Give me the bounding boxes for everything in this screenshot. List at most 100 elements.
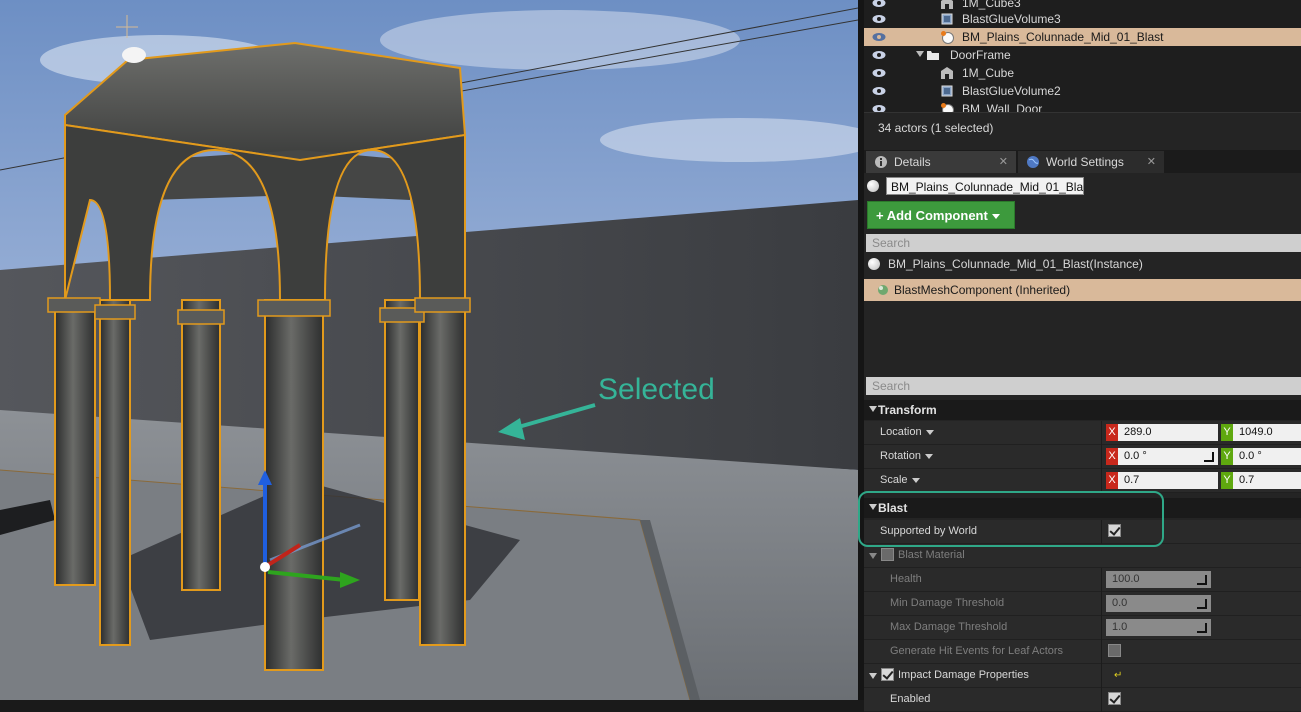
min-damage-row: Min Damage Threshold 0.0 [864,592,1301,616]
blast-mesh-icon [941,31,954,44]
enabled-checkbox[interactable] [1108,692,1121,705]
eye-icon[interactable] [872,50,886,60]
max-damage-label: Max Damage Threshold [890,621,1008,633]
drag-handle-icon [1197,575,1207,585]
details-tab-bar: Details ✕ World Settings ✕ [864,150,1301,173]
outliner-row[interactable]: DoorFrame [864,46,1301,64]
location-y-input[interactable]: 1049.0 [1233,424,1301,441]
health-input[interactable]: 100.0 [1106,571,1211,588]
rotation-y-input[interactable]: 0.0 ° [1233,448,1301,465]
collapse-arrow-icon[interactable] [869,553,877,559]
enabled-label: Enabled [890,693,931,705]
component-search-input[interactable]: Search [866,234,1301,252]
max-damage-row: Max Damage Threshold 1.0 [864,616,1301,640]
y-axis-badge: Y [1221,472,1233,489]
collapse-arrow-icon [869,406,877,412]
actor-icon [868,258,880,270]
component-row-blastmesh[interactable]: BlastMeshComponent (Inherited) [864,279,1301,301]
add-component-label: + Add Component [876,208,988,223]
outliner-label: 1M_Cube [962,66,1015,80]
max-damage-input[interactable]: 1.0 [1106,619,1211,636]
rotation-x-input[interactable]: 0.0 ° [1118,448,1218,465]
eye-icon[interactable] [872,0,886,8]
actor-icon [867,180,879,192]
outliner-row[interactable]: 1M_Cube [864,64,1301,82]
globe-icon [1027,156,1039,168]
add-component-button[interactable]: + Add Component [867,201,1015,229]
actor-count: 34 actors (1 selected) [878,121,994,135]
component-label: BM_Plains_Colunnade_Mid_01_Blast(Instanc… [888,257,1143,271]
hit-events-checkbox[interactable] [1108,644,1121,657]
expand-arrow-icon[interactable] [916,51,924,57]
eye-icon[interactable] [872,32,886,42]
info-icon [875,156,887,168]
actor-name-field[interactable]: BM_Plains_Colunnade_Mid_01_Blast [886,177,1084,195]
transform-section-header[interactable]: Transform [864,400,1301,420]
eye-icon[interactable] [872,86,886,96]
x-axis-badge: X [1106,472,1118,489]
x-axis-badge: X [1106,448,1118,465]
eye-icon[interactable] [872,14,886,24]
section-title: Transform [878,403,937,417]
blast-material-label: Blast Material [898,549,965,561]
tab-world-settings[interactable]: World Settings ✕ [1018,151,1164,173]
close-icon[interactable]: ✕ [1147,151,1156,173]
component-row-instance[interactable]: BM_Plains_Colunnade_Mid_01_Blast(Instanc… [864,253,1301,275]
location-x-input[interactable]: 289.0 [1118,424,1218,441]
chevron-down-icon [924,453,933,459]
health-row: Health 100.0 [864,568,1301,592]
outliner-row-selected[interactable]: BM_Plains_Colunnade_Mid_01_Blast [864,28,1301,46]
component-label: BlastMeshComponent (Inherited) [894,283,1071,297]
tab-label: World Settings [1046,155,1124,169]
chevron-down-icon [925,429,934,435]
viewport-scene [0,0,858,700]
outliner-label: DoorFrame [950,48,1011,62]
outliner-status-bar: 34 actors (1 selected) [864,112,1301,147]
hit-events-row: Generate Hit Events for Leaf Actors [864,640,1301,664]
drag-handle-icon [1197,623,1207,633]
enabled-row: Enabled [864,688,1301,712]
y-axis-badge: Y [1221,448,1233,465]
chevron-down-icon [991,214,1000,220]
drag-handle-icon [1197,599,1207,609]
details-panel: BM_Plains_Colunnade_Mid_01_Blast + Add C… [864,173,1301,712]
hit-events-label: Generate Hit Events for Leaf Actors [890,645,1064,657]
health-label: Health [890,573,922,585]
scale-label[interactable]: Scale [880,474,920,486]
location-label[interactable]: Location [880,426,934,438]
blast-material-row: Blast Material [864,544,1301,568]
min-damage-input[interactable]: 0.0 [1106,595,1211,612]
y-axis-badge: Y [1221,424,1233,441]
scale-y-input[interactable]: 0.7 [1233,472,1301,489]
outliner-label: BM_Plains_Colunnade_Mid_01_Blast [962,30,1164,44]
impact-damage-checkbox[interactable] [881,668,894,681]
selected-annotation: Selected [598,373,715,406]
cube-icon [941,67,953,79]
outliner-label: BlastGlueVolume3 [962,12,1061,26]
blast-material-checkbox[interactable] [881,548,894,561]
impact-damage-label: Impact Damage Properties [898,669,1029,681]
outliner-row[interactable]: BlastGlueVolume2 [864,82,1301,100]
rotation-label[interactable]: Rotation [880,450,933,462]
min-damage-label: Min Damage Threshold [890,597,1005,609]
close-icon[interactable]: ✕ [999,151,1008,173]
volume-icon [941,13,953,25]
scale-x-input[interactable]: 0.7 [1118,472,1218,489]
x-axis-badge: X [1106,424,1118,441]
tab-details[interactable]: Details ✕ [866,151,1016,173]
scale-row: Scale X 0.7 Y 0.7 [864,469,1301,493]
location-row: Location X 289.0 Y 1049.0 [864,421,1301,445]
volume-icon [941,85,953,97]
outliner-label: BlastGlueVolume2 [962,84,1061,98]
property-search-input[interactable]: Search [866,377,1301,395]
level-viewport[interactable]: Selected [0,0,858,700]
outliner-row[interactable]: BlastGlueVolume3 [864,10,1301,28]
impact-damage-row: Impact Damage Properties ↵ [864,664,1301,688]
collapse-arrow-icon[interactable] [869,673,877,679]
blast-mesh-component-icon [878,285,888,295]
drag-handle-icon [1204,452,1214,462]
eye-icon[interactable] [872,68,886,78]
reset-to-default-icon[interactable]: ↵ [1114,670,1122,681]
blast-highlight-callout [858,491,1164,547]
rotation-row: Rotation X 0.0 ° Y 0.0 ° [864,445,1301,469]
